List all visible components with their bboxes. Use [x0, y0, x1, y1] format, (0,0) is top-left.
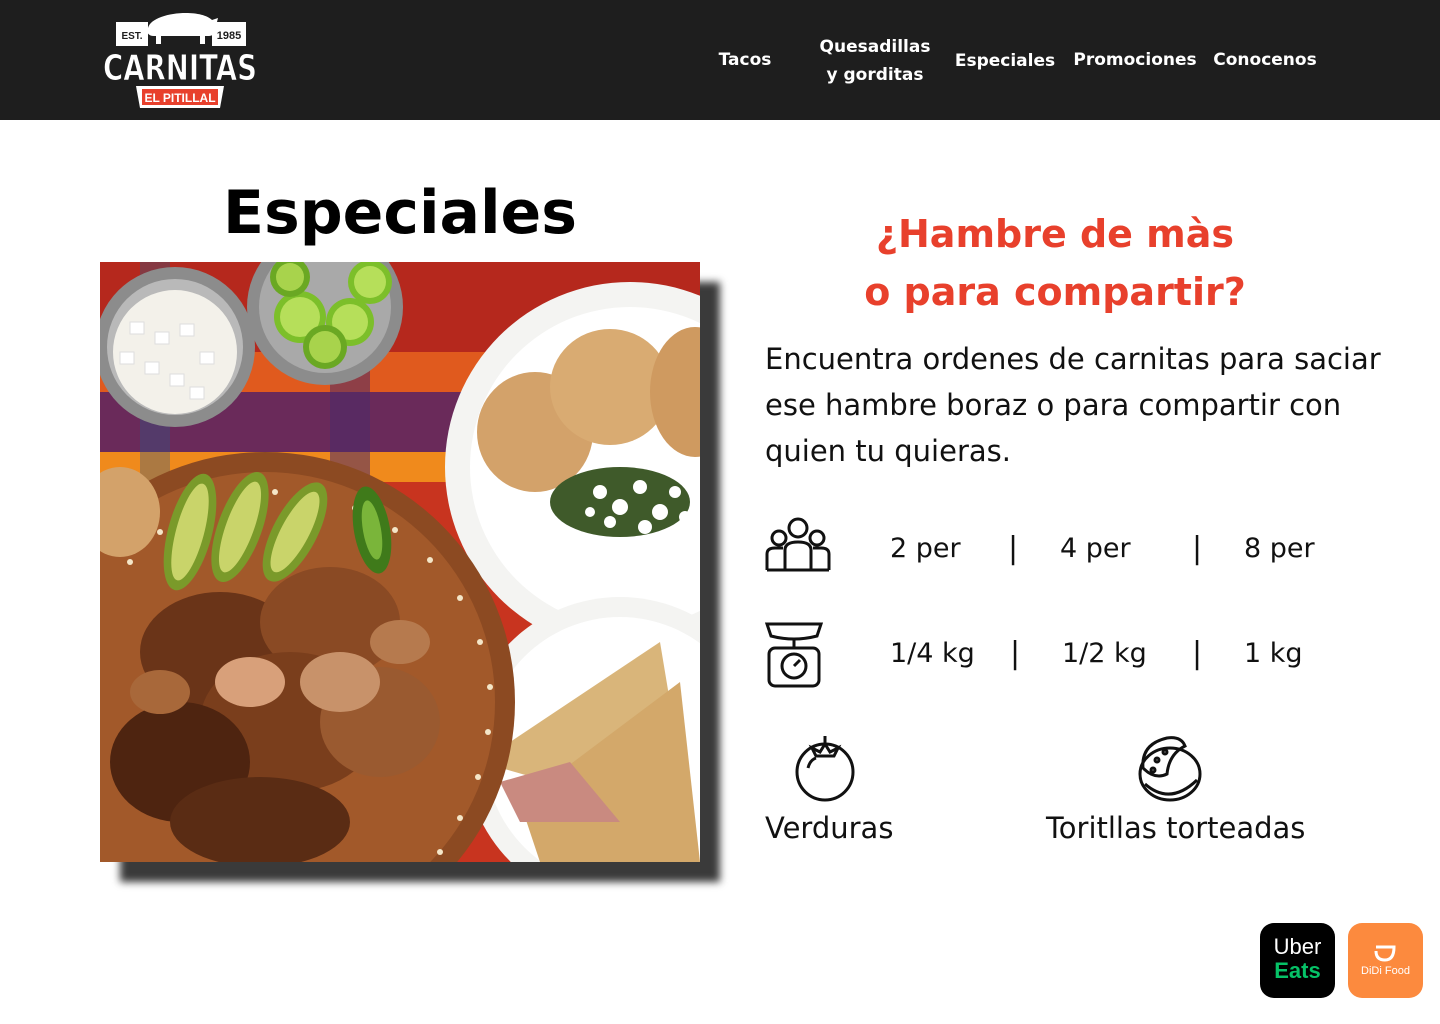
nav-promociones[interactable]: Promociones — [1070, 46, 1200, 74]
promo-headline-line1: ¿Hambre de màs — [875, 212, 1235, 256]
logo-est-text: EST. — [121, 31, 142, 42]
portion-separator: | — [1008, 531, 1019, 566]
didi-logo-icon — [1374, 941, 1396, 963]
nav-tacos[interactable]: Tacos — [705, 46, 785, 74]
logo-graphic: EST. 1985 CARNITAS EL PITILLAL — [103, 13, 258, 108]
uber-eats-button[interactable]: Uber Eats — [1260, 923, 1335, 998]
portion-option-4[interactable]: 4 per — [1060, 533, 1131, 564]
logo-tagline-text: EL PITILLAL — [144, 91, 215, 105]
feature-label-tortillas: Toritllas torteadas — [1046, 811, 1306, 845]
logo-name-text: CARNITAS — [103, 48, 257, 89]
didi-food-label: DiDi Food — [1361, 965, 1410, 977]
weight-option-one[interactable]: 1 kg — [1244, 638, 1303, 669]
portion-option-8[interactable]: 8 per — [1244, 533, 1315, 564]
tortillas-icon — [1137, 734, 1203, 802]
scale-icon — [765, 620, 823, 688]
carnitas-platter-photo — [100, 262, 700, 862]
weight-separator: | — [1192, 636, 1203, 671]
top-navigation-bar: EST. 1985 CARNITAS EL PITILLAL Tacos Que… — [0, 0, 1440, 120]
nav-conocenos[interactable]: Conocenos — [1210, 46, 1320, 74]
promo-description: Encuentra ordenes de carnitas para sacia… — [765, 342, 1381, 468]
carnitas-logo[interactable]: EST. 1985 CARNITAS EL PITILLAL — [100, 6, 260, 114]
weight-option-half[interactable]: 1/2 kg — [1062, 638, 1147, 669]
people-icon — [765, 516, 831, 574]
nav-quesadillas-line2: y gorditas — [826, 65, 924, 85]
page-title: Especiales — [223, 178, 577, 248]
uber-eats-label-line2: Eats — [1274, 958, 1321, 983]
didi-food-button[interactable]: DiDi Food — [1348, 923, 1423, 998]
promo-headline-line2: o para compartir? — [864, 270, 1246, 314]
portion-separator: | — [1192, 531, 1203, 566]
feature-label-verduras: Verduras — [765, 811, 894, 845]
portion-option-2[interactable]: 2 per — [890, 533, 961, 564]
logo-year-text: 1985 — [217, 30, 241, 42]
weight-separator: | — [1010, 636, 1021, 671]
nav-quesadillas-gorditas[interactable]: Quesadillas y gorditas — [810, 33, 940, 89]
nav-quesadillas-line1: Quesadillas — [819, 37, 931, 57]
promo-headline: ¿Hambre de màs o para compartir? — [830, 205, 1280, 321]
uber-eats-label-line1: Uber — [1273, 934, 1322, 959]
nav-especiales[interactable]: Especiales — [950, 47, 1060, 75]
weight-option-quarter[interactable]: 1/4 kg — [890, 638, 975, 669]
tomato-icon — [794, 734, 856, 802]
